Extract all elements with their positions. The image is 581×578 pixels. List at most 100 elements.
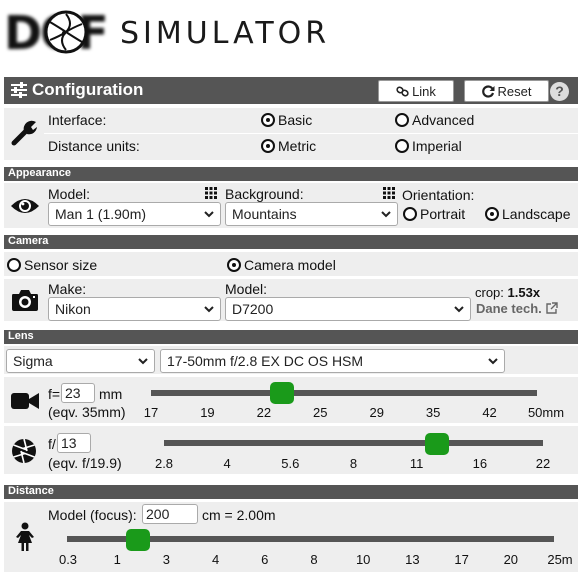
camera-model-radio[interactable]: Camera model (227, 257, 336, 273)
interface-label: Interface: (48, 112, 107, 128)
interface-basic-radio[interactable]: Basic (261, 112, 312, 128)
make-label: Make: (48, 281, 87, 297)
radio-selected-icon (261, 113, 275, 127)
focus-distance-suffix: cm = 2.00m (202, 507, 276, 523)
logo-text: SIMULATOR (120, 16, 331, 51)
aperture-input[interactable]: 13 (57, 433, 91, 453)
focal-length-input[interactable]: 23 (61, 383, 95, 403)
slider-tick-label: 8 (310, 552, 318, 567)
aperture-slider-thumb[interactable] (424, 433, 449, 455)
radio-unselected-icon (7, 258, 21, 272)
tech-specs-link[interactable]: Dane tech. (476, 301, 558, 316)
focal-unit: mm (99, 386, 123, 402)
appearance-section-label: Appearance (8, 167, 71, 179)
aperture-equiv: (eqv. f/19.9) (48, 455, 122, 471)
camera-model-select[interactable]: D7200 (225, 297, 471, 321)
focus-distance-input[interactable]: 200 (142, 504, 198, 524)
slider-tick-label: 1 (113, 552, 121, 567)
distance-slider-thumb[interactable] (125, 529, 150, 551)
external-link-icon (546, 302, 558, 314)
chevron-down-icon (381, 211, 391, 218)
slider-tick-label: 17 (143, 405, 159, 420)
help-icon[interactable]: ? (550, 82, 569, 101)
slider-tick-label: 13 (405, 552, 420, 567)
model-select[interactable]: Man 1 (1.90m) (48, 202, 221, 226)
appearance-section-header (4, 167, 578, 181)
units-imperial-radio[interactable]: Imperial (395, 138, 462, 154)
slider-tick-label: 22 (256, 405, 272, 420)
units-label: Distance units: (48, 138, 140, 154)
link-button-label: Link (412, 83, 436, 99)
orientation-label: Orientation: (402, 187, 475, 203)
slider-tick-label: 0.3 (58, 552, 78, 567)
slider-tick-label: 50mm (527, 405, 565, 420)
focal-length-slider-thumb[interactable] (270, 382, 295, 404)
focal-equiv: (eqv. 35mm) (48, 404, 126, 420)
background-label: Background: (225, 186, 304, 202)
slider-tick-label: 25m (547, 552, 573, 567)
slider-tick-label: 22 (535, 456, 551, 471)
camera-make-select[interactable]: Nikon (48, 297, 221, 321)
slider-tick-label: 25 (313, 405, 328, 420)
lens-model-select[interactable]: 17-50mm f/2.8 EX DC OS HSM (160, 349, 505, 373)
radio-selected-icon (227, 258, 241, 272)
wrench-icon (11, 120, 37, 146)
background-select[interactable]: Mountains (225, 202, 398, 226)
slider-tick-label: 4 (211, 552, 220, 567)
crop-factor: crop: 1.53x (475, 285, 541, 300)
radio-unselected-icon (395, 139, 409, 153)
focal-prefix: f= (48, 386, 61, 402)
focal-length-slider-track[interactable] (151, 390, 537, 396)
model-label: Model: (48, 186, 91, 202)
slider-tick-label: 29 (369, 405, 384, 420)
slider-tick-label: 35 (425, 405, 441, 420)
person-icon (16, 522, 34, 551)
slider-tick-label: 17 (454, 552, 469, 567)
video-camera-icon (11, 393, 39, 409)
slider-tick-label: 10 (355, 552, 371, 567)
chevron-down-icon (204, 211, 214, 218)
reset-button[interactable]: Reset (464, 80, 549, 102)
distance-section-label: Distance (8, 485, 54, 497)
chevron-down-icon (138, 358, 148, 365)
grid-icon[interactable] (205, 187, 217, 199)
camera-section-label: Camera (8, 235, 49, 247)
lens-brand-select[interactable]: Sigma (6, 349, 155, 373)
slider-tick-label: 3 (162, 552, 171, 567)
slider-tick-label: 42 (482, 405, 497, 420)
radio-unselected-icon (395, 113, 409, 127)
radio-unselected-icon (403, 207, 417, 221)
camera-model-label: Model: (225, 281, 268, 297)
slider-tick-label: 16 (472, 456, 488, 471)
refresh-icon (481, 84, 495, 98)
aperture-slider-track[interactable] (164, 440, 543, 446)
orientation-portrait-radio[interactable]: Portrait (403, 206, 465, 222)
sensor-size-radio[interactable]: Sensor size (7, 257, 97, 273)
slider-tick-label: 2.8 (154, 456, 174, 471)
slider-tick-label: 6 (261, 552, 269, 567)
aperture-prefix: f/ (48, 436, 56, 452)
camera-section-header (4, 235, 578, 249)
radio-selected-icon (485, 207, 499, 221)
chevron-down-icon (454, 306, 464, 313)
focus-distance-label: Model (focus): (48, 507, 137, 523)
orientation-landscape-radio[interactable]: Landscape (485, 206, 571, 222)
units-metric-radio[interactable]: Metric (261, 138, 316, 154)
grid-icon[interactable] (383, 187, 395, 199)
eye-icon (11, 199, 39, 213)
link-button[interactable]: Link (378, 80, 454, 102)
slider-tick-label: 11 (409, 456, 424, 471)
slider-tick-label: 8 (349, 456, 358, 471)
configuration-title: Configuration (32, 80, 144, 99)
interface-advanced-radio[interactable]: Advanced (395, 112, 474, 128)
link-icon (396, 86, 409, 96)
aperture-icon (12, 438, 36, 464)
lens-section-label: Lens (8, 330, 34, 342)
reset-button-label: Reset (497, 83, 532, 99)
slider-tick-label: 4 (223, 456, 231, 471)
sliders-icon (11, 82, 27, 98)
crop-value: 1.53x (507, 285, 541, 300)
slider-tick-label: 19 (200, 405, 215, 420)
camera-icon (12, 290, 38, 311)
radio-selected-icon (261, 139, 275, 153)
